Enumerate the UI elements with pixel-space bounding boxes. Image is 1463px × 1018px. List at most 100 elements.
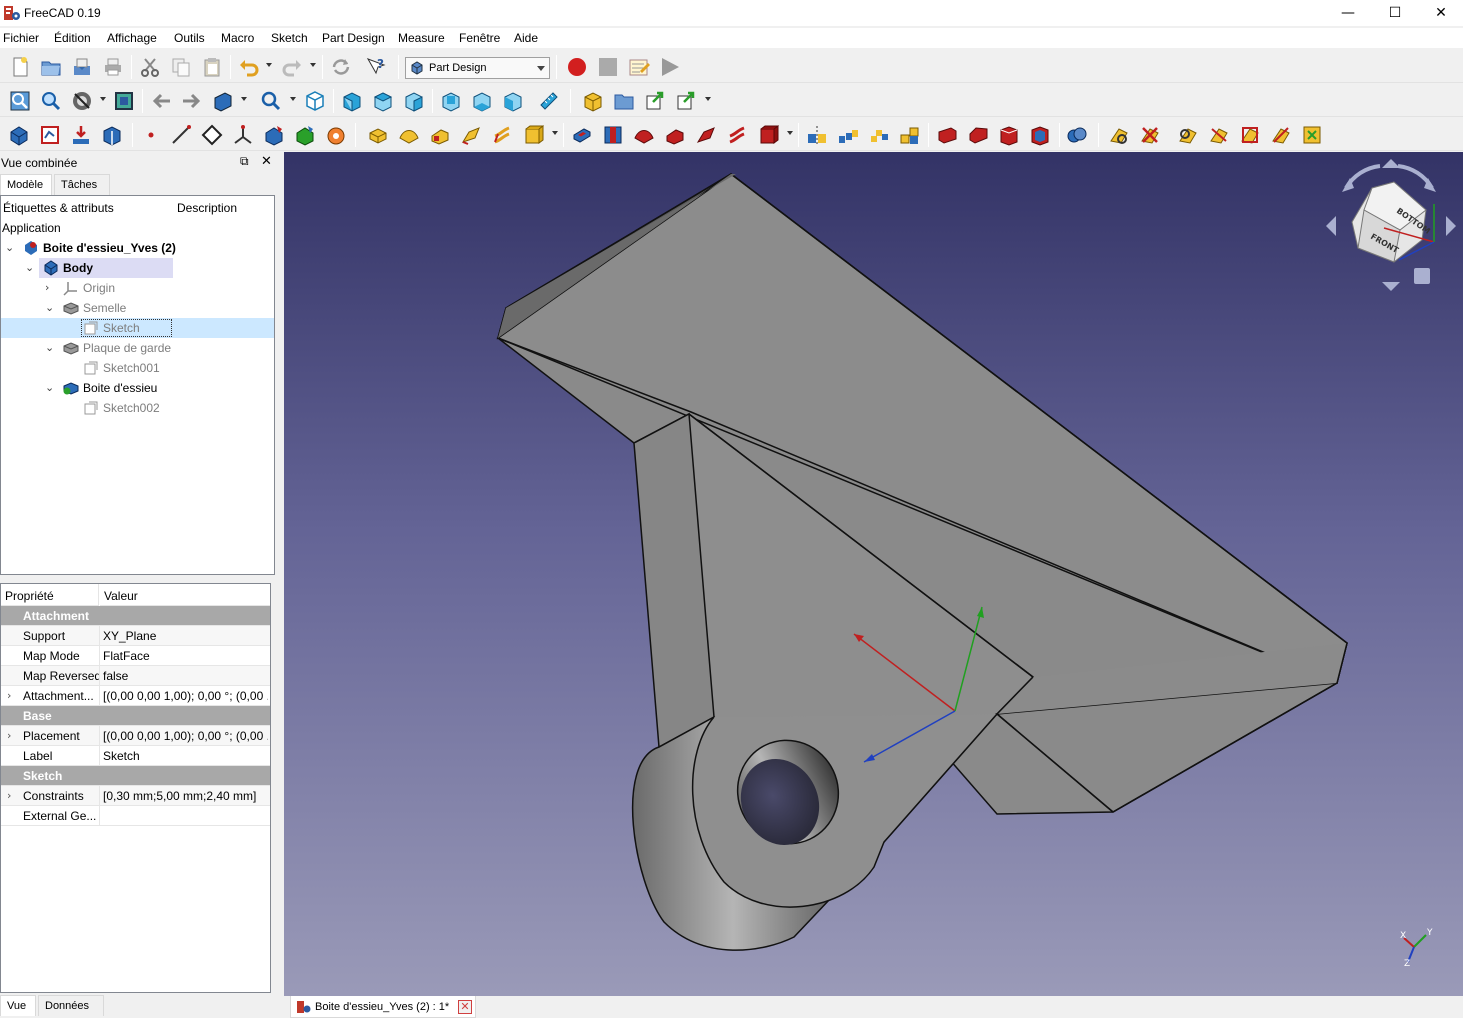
- tree-item-boite-dessieu[interactable]: ⌄ Boite d'essieu: [1, 378, 274, 398]
- measure-angular-icon[interactable]: [1270, 124, 1292, 146]
- view-rear-icon[interactable]: [440, 90, 462, 112]
- datum-line-icon[interactable]: [170, 124, 192, 146]
- tab-vue[interactable]: Vue: [0, 995, 36, 1016]
- subtractive-primitive-dropdown-icon[interactable]: [787, 131, 793, 135]
- boolean-icon[interactable]: [1066, 124, 1088, 146]
- navigation-cube[interactable]: BOTTOM FRONT: [1326, 159, 1456, 291]
- menu-affichage[interactable]: Affichage: [107, 31, 157, 45]
- prop-value[interactable]: Sketch: [103, 749, 268, 763]
- subtractive-pipe-icon[interactable]: [695, 124, 717, 146]
- minimize-button[interactable]: —: [1325, 0, 1371, 26]
- multitransform-icon[interactable]: [899, 124, 921, 146]
- subtractive-loft-icon[interactable]: [664, 124, 686, 146]
- bounding-box-icon[interactable]: [113, 90, 135, 112]
- measure-toggle-all-icon[interactable]: [1177, 124, 1199, 146]
- prop-value[interactable]: [(0,00 0,00 1,00); 0,00 °; (0,00 ...: [103, 729, 268, 743]
- create-body-icon[interactable]: [8, 124, 30, 146]
- redo-icon[interactable]: [281, 56, 303, 78]
- print-icon[interactable]: [102, 56, 124, 78]
- undock-icon[interactable]: ⧉: [240, 154, 249, 169]
- prop-group-sketch[interactable]: Sketch: [1, 766, 270, 786]
- prop-value[interactable]: [(0,00 0,00 1,00); 0,00 °; (0,00 ...: [103, 689, 268, 703]
- expand-icon[interactable]: ›: [45, 281, 55, 294]
- cut-icon[interactable]: [139, 56, 161, 78]
- macro-edit-icon[interactable]: [628, 56, 650, 78]
- prop-group-attachment[interactable]: Attachment: [1, 606, 270, 626]
- collapse-icon[interactable]: ⌄: [45, 341, 55, 354]
- subtractive-helix-icon[interactable]: [726, 124, 748, 146]
- view-bottom-icon[interactable]: [471, 90, 493, 112]
- workbench-selector[interactable]: Part Design: [405, 57, 550, 79]
- prop-value[interactable]: false: [103, 669, 268, 683]
- collapse-icon[interactable]: ⌄: [45, 381, 55, 394]
- measure-refresh-icon[interactable]: [1301, 124, 1323, 146]
- 3d-viewport[interactable]: BOTTOM FRONT X Y Z: [284, 152, 1463, 996]
- 3d-model-render[interactable]: BOTTOM FRONT X Y Z: [284, 152, 1463, 996]
- prop-row-placement[interactable]: › Placement [(0,00 0,00 1,00); 0,00 °; (0,…: [1, 726, 270, 746]
- close-window-button[interactable]: ✕: [1418, 0, 1463, 26]
- linear-pattern-icon[interactable]: [837, 124, 859, 146]
- additive-primitive-icon[interactable]: [522, 124, 544, 146]
- create-part-icon[interactable]: [582, 90, 604, 112]
- document-tab[interactable]: Boite d'essieu_Yves (2) : 1* ✕: [290, 996, 476, 1018]
- thickness-icon[interactable]: [1029, 124, 1051, 146]
- tree-item-plaque-de-garde[interactable]: ⌄ Plaque de garde: [1, 338, 274, 358]
- subtractive-primitive-icon[interactable]: [757, 124, 779, 146]
- prop-row-map-mode[interactable]: Map Mode FlatFace: [1, 646, 270, 666]
- link-actions-dropdown-icon[interactable]: [705, 97, 711, 101]
- fit-all-icon[interactable]: [9, 90, 31, 112]
- prop-header-value[interactable]: Valeur: [100, 584, 270, 606]
- view-left-icon[interactable]: [502, 90, 524, 112]
- pocket-icon[interactable]: [571, 124, 593, 146]
- tab-donnees[interactable]: Données: [38, 995, 104, 1016]
- tree-item-semelle[interactable]: ⌄ Semelle: [1, 298, 274, 318]
- tree-item-sketch001[interactable]: Sketch001: [1, 358, 274, 378]
- validate-sketch-icon[interactable]: [70, 124, 92, 146]
- refresh-icon[interactable]: [330, 56, 352, 78]
- prop-row-support[interactable]: Support XY_Plane: [1, 626, 270, 646]
- forward-arrow-icon[interactable]: [181, 90, 203, 112]
- datum-plane-icon[interactable]: [201, 124, 223, 146]
- prop-row-label[interactable]: Label Sketch: [1, 746, 270, 766]
- save-icon[interactable]: [71, 56, 93, 78]
- measure-distance-icon[interactable]: [538, 90, 560, 112]
- datum-point-icon[interactable]: [140, 124, 162, 146]
- menu-measure[interactable]: Measure: [398, 31, 445, 45]
- prop-row-external-geometry[interactable]: External Ge...: [1, 806, 270, 826]
- local-cs-icon[interactable]: [232, 124, 254, 146]
- measure-toggle-delta-icon[interactable]: [1239, 124, 1261, 146]
- tree-item-sketch002[interactable]: Sketch002: [1, 398, 274, 418]
- prop-group-base[interactable]: Base: [1, 706, 270, 726]
- macro-run-icon[interactable]: [659, 56, 681, 78]
- macro-stop-icon[interactable]: [597, 56, 619, 78]
- pad-icon[interactable]: [367, 124, 389, 146]
- additive-primitive-dropdown-icon[interactable]: [552, 131, 558, 135]
- additive-pipe-icon[interactable]: [460, 124, 482, 146]
- fit-selection-icon[interactable]: [40, 90, 62, 112]
- measure-linear-icon[interactable]: [1108, 124, 1130, 146]
- fillet-icon[interactable]: [936, 124, 958, 146]
- mirrored-icon[interactable]: [806, 124, 828, 146]
- prop-row-map-reversed[interactable]: Map Reversed false: [1, 666, 270, 686]
- prop-value[interactable]: XY_Plane: [103, 629, 268, 643]
- back-arrow-icon[interactable]: [150, 90, 172, 112]
- clone-icon[interactable]: [101, 124, 123, 146]
- menu-macro[interactable]: Macro: [221, 31, 254, 45]
- open-folder-icon[interactable]: [40, 56, 62, 78]
- draw-style-dropdown-icon[interactable]: [100, 97, 106, 101]
- menu-fenetre[interactable]: Fenêtre: [459, 31, 500, 45]
- create-group-icon[interactable]: [613, 90, 635, 112]
- chamfer-icon[interactable]: [967, 124, 989, 146]
- measure-clear-icon[interactable]: [1139, 124, 1161, 146]
- collapse-icon[interactable]: ⌄: [25, 261, 35, 274]
- expand-icon[interactable]: ›: [7, 689, 11, 702]
- expand-icon[interactable]: ›: [7, 789, 11, 802]
- maximize-button[interactable]: ☐: [1372, 0, 1418, 26]
- prop-header-property[interactable]: Propriété: [1, 584, 99, 606]
- std-views-dropdown-icon[interactable]: [290, 97, 296, 101]
- sync-view-dropdown-icon[interactable]: [241, 97, 247, 101]
- paste-icon[interactable]: [201, 56, 223, 78]
- draft-icon[interactable]: [998, 124, 1020, 146]
- additive-loft-icon[interactable]: [429, 124, 451, 146]
- prop-row-constraints[interactable]: › Constraints [0,30 mm;5,00 mm;2,40 mm]: [1, 786, 270, 806]
